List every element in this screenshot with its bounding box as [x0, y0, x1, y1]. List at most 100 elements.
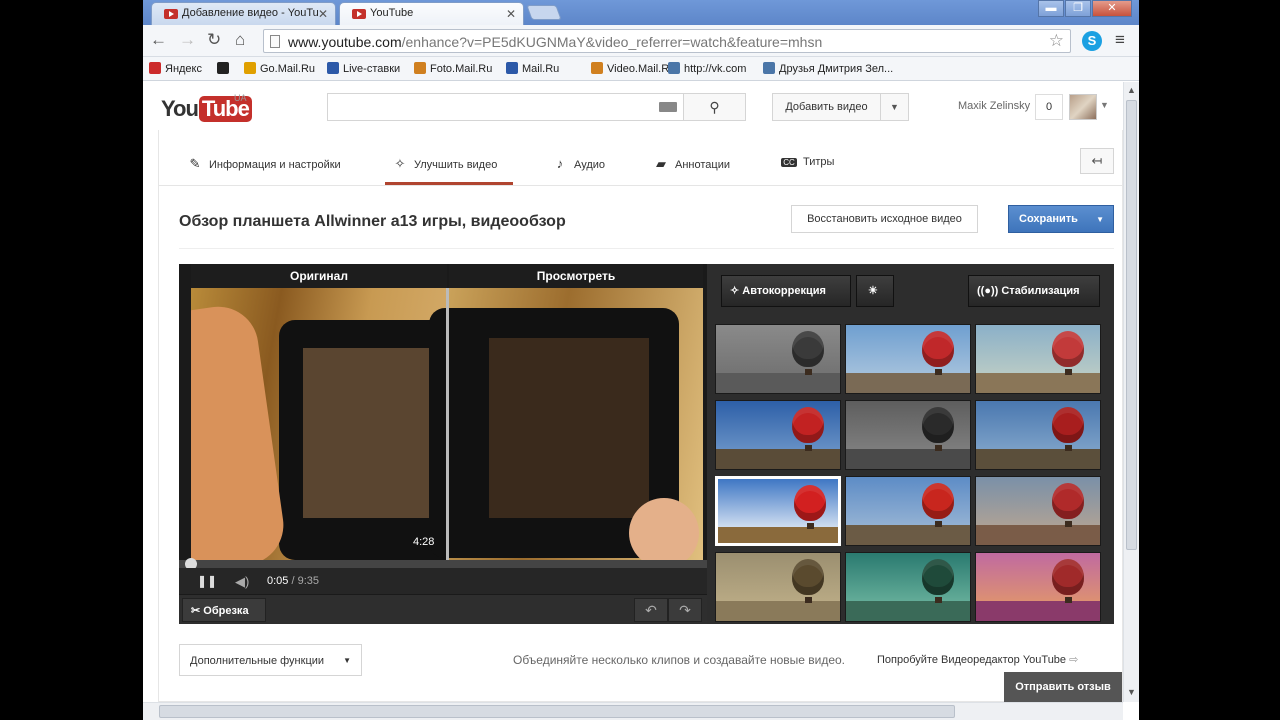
bookmark-item[interactable]: Яндекс: [149, 62, 202, 75]
filter-thumbnail[interactable]: [715, 476, 841, 546]
search-input[interactable]: [327, 93, 684, 121]
chevron-down-icon[interactable]: ▼: [1100, 100, 1109, 110]
filter-thumbnail[interactable]: [715, 324, 841, 394]
ground-image: [846, 601, 970, 621]
home-icon[interactable]: ⌂: [235, 31, 245, 49]
pause-icon[interactable]: ❚❚: [197, 574, 217, 588]
horizontal-scrollbar[interactable]: [143, 702, 1123, 720]
vertical-scrollbar[interactable]: ▲ ▼: [1123, 82, 1139, 702]
video-enhancer: Оригинал Просмотреть 4:28 ❚❚ ◀) 0:05 / 9…: [179, 264, 1114, 624]
back-button[interactable]: ↤: [1080, 148, 1114, 174]
filter-thumbnail[interactable]: [715, 552, 841, 622]
autocorrect-button[interactable]: ✧ Автокоррекция: [721, 275, 851, 307]
revert-button[interactable]: Восстановить исходное видео: [791, 205, 978, 233]
youtube-logo[interactable]: You Tube UA: [161, 93, 252, 122]
undo-icon[interactable]: ↶: [634, 598, 668, 622]
tab-editor-1[interactable]: ✧ Улучшить видео: [392, 156, 498, 172]
bookmark-item[interactable]: Друзья Дмитрия Зел...: [763, 62, 893, 75]
forward-arrow-icon[interactable]: →: [179, 31, 196, 49]
maximize-button[interactable]: ❐: [1065, 0, 1091, 17]
editor-tabs: ✎ Информация и настройки ✧ Улучшить видео ♪ А…: [159, 130, 1122, 186]
minimize-button[interactable]: ▬: [1038, 0, 1064, 17]
gomail-icon: [244, 62, 256, 74]
video-editor-link[interactable]: Попробуйте Видеоредактор YouTube ⇨: [877, 653, 1078, 666]
tab-editor-2[interactable]: ♪ Аудио: [552, 156, 605, 171]
redo-icon[interactable]: ↷: [668, 598, 702, 622]
trim-button[interactable]: ✂ Обрезка: [182, 598, 266, 622]
mail-icon: [506, 62, 518, 74]
scroll-thumb[interactable]: [1126, 100, 1137, 550]
balloon-image: [922, 331, 954, 367]
basket-image: [1065, 445, 1072, 451]
bookmark-item[interactable]: Go.Mail.Ru: [244, 62, 315, 75]
keyboard-icon[interactable]: [659, 102, 677, 112]
filter-thumbnail[interactable]: [845, 400, 971, 470]
bookmark-star-icon[interactable]: ☆: [1049, 31, 1064, 51]
notification-count[interactable]: 0: [1035, 94, 1063, 120]
filter-thumbnail[interactable]: [975, 324, 1101, 394]
tab-editor-3[interactable]: ▰ Аннотации: [653, 156, 730, 172]
player-controls: ❚❚ ◀) 0:05 / 9:35: [179, 568, 707, 594]
editor-hint: Объединяйте несколько клипов и создавайт…: [513, 653, 846, 667]
current-time: 0:05: [267, 575, 289, 587]
stabilize-button[interactable]: ((●)) Стабилизация: [968, 275, 1100, 307]
filter-thumbnail[interactable]: [975, 552, 1101, 622]
back-arrow-icon[interactable]: ←: [150, 31, 167, 49]
split-divider[interactable]: [446, 288, 449, 560]
bookmark-item[interactable]: Foto.Mail.Ru: [414, 62, 492, 75]
divider: [179, 248, 1114, 249]
search-button[interactable]: ⚲: [683, 93, 746, 121]
youtube-favicon-icon: [352, 9, 366, 19]
ground-image: [716, 373, 840, 393]
more-features-button[interactable]: Дополнительные функции ▼: [179, 644, 362, 676]
brightness-button[interactable]: ☀: [856, 275, 894, 307]
tab-editor-0[interactable]: ✎ Информация и настройки: [187, 156, 341, 172]
feedback-button[interactable]: Отправить отзыв: [1004, 672, 1122, 702]
tab-editor-4[interactable]: CC Титры: [781, 156, 834, 168]
filter-thumbnail[interactable]: [845, 324, 971, 394]
filter-thumbnail[interactable]: [845, 476, 971, 546]
scroll-thumb[interactable]: [159, 705, 955, 718]
video-player[interactable]: Оригинал Просмотреть 4:28 ❚❚ ◀) 0:05 / 9…: [179, 264, 707, 624]
scissors-icon: ✂: [191, 605, 201, 617]
address-bar[interactable]: www.youtube.com/enhance?v=PE5dKUGNMaY&vi…: [263, 29, 1071, 53]
ground-image: [716, 449, 840, 469]
add-video-button[interactable]: Добавить видео: [772, 93, 881, 121]
bookmark-item[interactable]: Video.Mail.Ru: [591, 62, 675, 75]
close-icon[interactable]: ✕: [318, 7, 328, 21]
bookmark-item[interactable]: [217, 62, 233, 75]
balloon-image: [1052, 559, 1084, 595]
username[interactable]: Maxik Zelinsky: [958, 100, 1030, 112]
video-title: Обзор планшета Allwinner a13 игры, видео…: [179, 213, 566, 230]
filter-thumbnail[interactable]: [845, 552, 971, 622]
balloon-image: [792, 559, 824, 595]
scroll-up-icon[interactable]: ▲: [1127, 85, 1136, 95]
scroll-down-icon[interactable]: ▼: [1127, 687, 1136, 697]
save-button[interactable]: Сохранить ▼: [1008, 205, 1114, 233]
close-window-button[interactable]: ✕: [1092, 0, 1132, 17]
menu-icon[interactable]: ≡: [1115, 31, 1125, 49]
filter-thumbnail[interactable]: [975, 400, 1101, 470]
basket-image: [935, 521, 942, 527]
avatar[interactable]: [1069, 94, 1097, 120]
filter-thumbnail[interactable]: [975, 476, 1101, 546]
bookmark-item[interactable]: Live-ставки: [327, 62, 400, 75]
close-icon[interactable]: ✕: [506, 7, 516, 21]
filter-thumbnail[interactable]: [715, 400, 841, 470]
foto-icon: [414, 62, 426, 74]
chevron-down-icon[interactable]: ▼: [1096, 215, 1104, 224]
bookmark-label: Video.Mail.Ru: [607, 63, 676, 75]
bookmark-item[interactable]: http://vk.com: [668, 62, 746, 75]
bookmark-label: Foto.Mail.Ru: [430, 63, 493, 75]
tab-youtube[interactable]: YouTube ✕: [339, 2, 524, 25]
trim-bar: ✂ Обрезка ↶ ↷: [179, 594, 707, 624]
bookmark-item[interactable]: Mail.Ru: [506, 62, 559, 75]
skype-icon[interactable]: S: [1082, 31, 1102, 51]
chevron-down-icon[interactable]: ▼: [880, 93, 909, 121]
tablet-screen-image: [489, 338, 649, 518]
progress-bar[interactable]: [179, 558, 707, 570]
tab-add-video[interactable]: Добавление видео - YouTu ✕: [151, 2, 336, 25]
reload-icon[interactable]: ↻: [207, 31, 221, 49]
new-tab-button[interactable]: [526, 5, 562, 20]
volume-icon[interactable]: ◀): [235, 574, 249, 590]
